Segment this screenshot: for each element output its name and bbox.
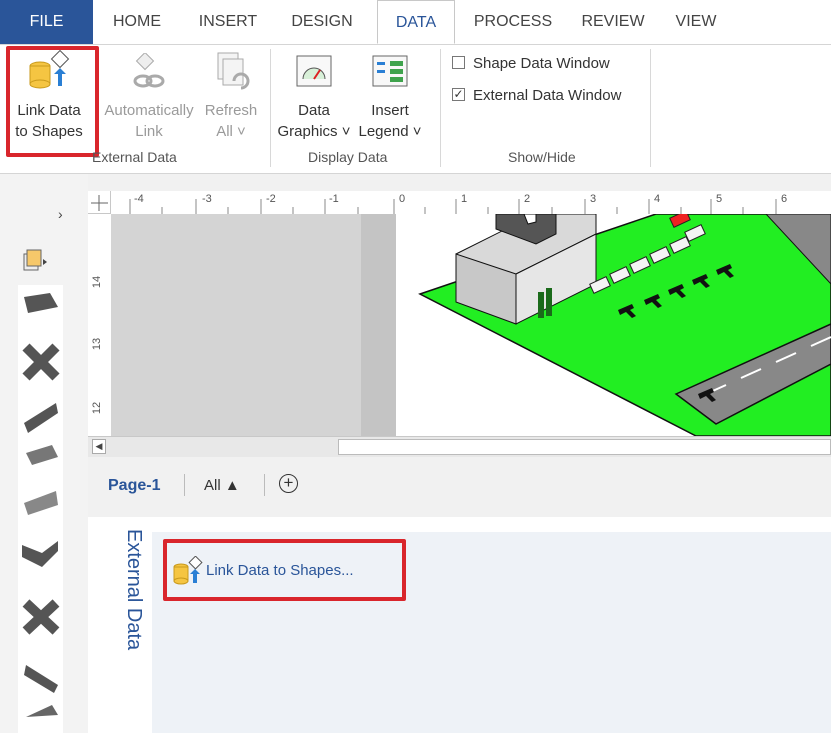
ribbon: Link Data to Shapes Automatically Link R… bbox=[0, 45, 831, 174]
drawing-canvas[interactable] bbox=[396, 214, 831, 436]
insert-legend-button[interactable]: Insert Legend ˅ bbox=[357, 45, 423, 147]
external-data-title: External Data bbox=[123, 529, 145, 651]
horizontal-scrollbar[interactable]: ◀ bbox=[88, 436, 831, 458]
highlight-box-panel bbox=[163, 539, 406, 601]
data-graphics-icon bbox=[296, 55, 332, 87]
ruler-tick: 13 bbox=[91, 337, 104, 351]
refresh-label-1: Refresh bbox=[204, 102, 258, 119]
group-label-display-data: Display Data bbox=[308, 149, 388, 165]
refresh-all-button[interactable]: Refresh All ˅ bbox=[201, 45, 261, 147]
shape-data-window-label: Shape Data Window bbox=[473, 55, 610, 72]
tab-review[interactable]: REVIEW bbox=[574, 0, 652, 44]
vertical-ruler: 14 13 12 bbox=[88, 214, 112, 436]
shape-data-window-checkbox[interactable]: Shape Data Window bbox=[452, 53, 642, 75]
auto-link-label-1: Automatically bbox=[104, 102, 194, 119]
automatically-link-button[interactable]: Automatically Link bbox=[97, 45, 201, 147]
scroll-left-icon[interactable]: ◀ bbox=[92, 439, 106, 454]
expand-chevron-icon[interactable]: › bbox=[58, 206, 63, 222]
insert-legend-label-1: Insert bbox=[371, 102, 409, 119]
tab-data[interactable]: DATA bbox=[377, 0, 455, 44]
ribbon-separator bbox=[440, 49, 441, 167]
ribbon-separator bbox=[270, 49, 271, 167]
stencil-shapes-column[interactable] bbox=[18, 285, 63, 733]
ruler-tick: 14 bbox=[91, 275, 104, 289]
all-pages-button[interactable]: All ▲ bbox=[204, 477, 240, 494]
tab-insert[interactable]: INSERT bbox=[192, 0, 264, 44]
add-page-icon[interactable]: + bbox=[279, 474, 298, 493]
stencil-menu-icon[interactable] bbox=[22, 248, 48, 274]
external-data-window-checkbox[interactable]: ✓ External Data Window bbox=[452, 85, 642, 107]
ribbon-separator bbox=[650, 49, 651, 167]
data-graphics-label-2: Graphics ˅ bbox=[277, 123, 351, 140]
tab-design[interactable]: DESIGN bbox=[284, 0, 360, 44]
tab-view[interactable]: VIEW bbox=[666, 0, 726, 44]
tab-file[interactable]: FILE bbox=[0, 0, 93, 44]
scrollbar-thumb[interactable] bbox=[338, 439, 831, 455]
airport-diagram bbox=[418, 214, 831, 436]
data-graphics-button[interactable]: Data Graphics ˅ bbox=[276, 45, 352, 147]
horizontal-ruler: -4 -3 -2 -1 0 1 2 3 4 5 6 bbox=[88, 191, 831, 215]
external-data-title-wrap: External Data bbox=[115, 529, 145, 729]
data-graphics-label-1: Data bbox=[298, 102, 330, 119]
highlight-box-ribbon bbox=[6, 46, 99, 157]
ruler-origin-icon bbox=[91, 195, 108, 211]
checkbox-box-checked: ✓ bbox=[452, 87, 465, 101]
tab-page-1[interactable]: Page-1 bbox=[108, 477, 160, 495]
checkbox-box bbox=[452, 56, 465, 69]
tab-process[interactable]: PROCESS bbox=[470, 0, 556, 44]
page-tabs-bar: Page-1 All ▲ + bbox=[88, 457, 831, 517]
ruler-tick: 12 bbox=[91, 401, 104, 415]
group-label-show-hide: Show/Hide bbox=[508, 149, 576, 165]
refresh-label-2: All ˅ bbox=[216, 123, 246, 140]
ruler-corner bbox=[88, 191, 111, 214]
refresh-icon bbox=[217, 52, 250, 90]
tab-divider bbox=[184, 474, 185, 496]
auto-link-label-2: Link bbox=[135, 123, 163, 140]
external-data-window-label: External Data Window bbox=[473, 87, 622, 104]
auto-link-icon bbox=[133, 53, 165, 88]
tab-home[interactable]: HOME bbox=[102, 0, 172, 44]
legend-icon bbox=[372, 55, 408, 87]
ribbon-tab-bar: FILE HOME INSERT DESIGN DATA PROCESS REV… bbox=[0, 0, 831, 45]
insert-legend-label-2: Legend ˅ bbox=[358, 123, 422, 140]
ruler-tick-marks bbox=[129, 199, 777, 214]
page-shadow bbox=[361, 214, 396, 436]
stencil-shapes-icon bbox=[22, 293, 60, 717]
tab-divider bbox=[264, 474, 265, 496]
group-label-external-data: External Data bbox=[92, 149, 177, 165]
off-page-area bbox=[111, 214, 396, 436]
